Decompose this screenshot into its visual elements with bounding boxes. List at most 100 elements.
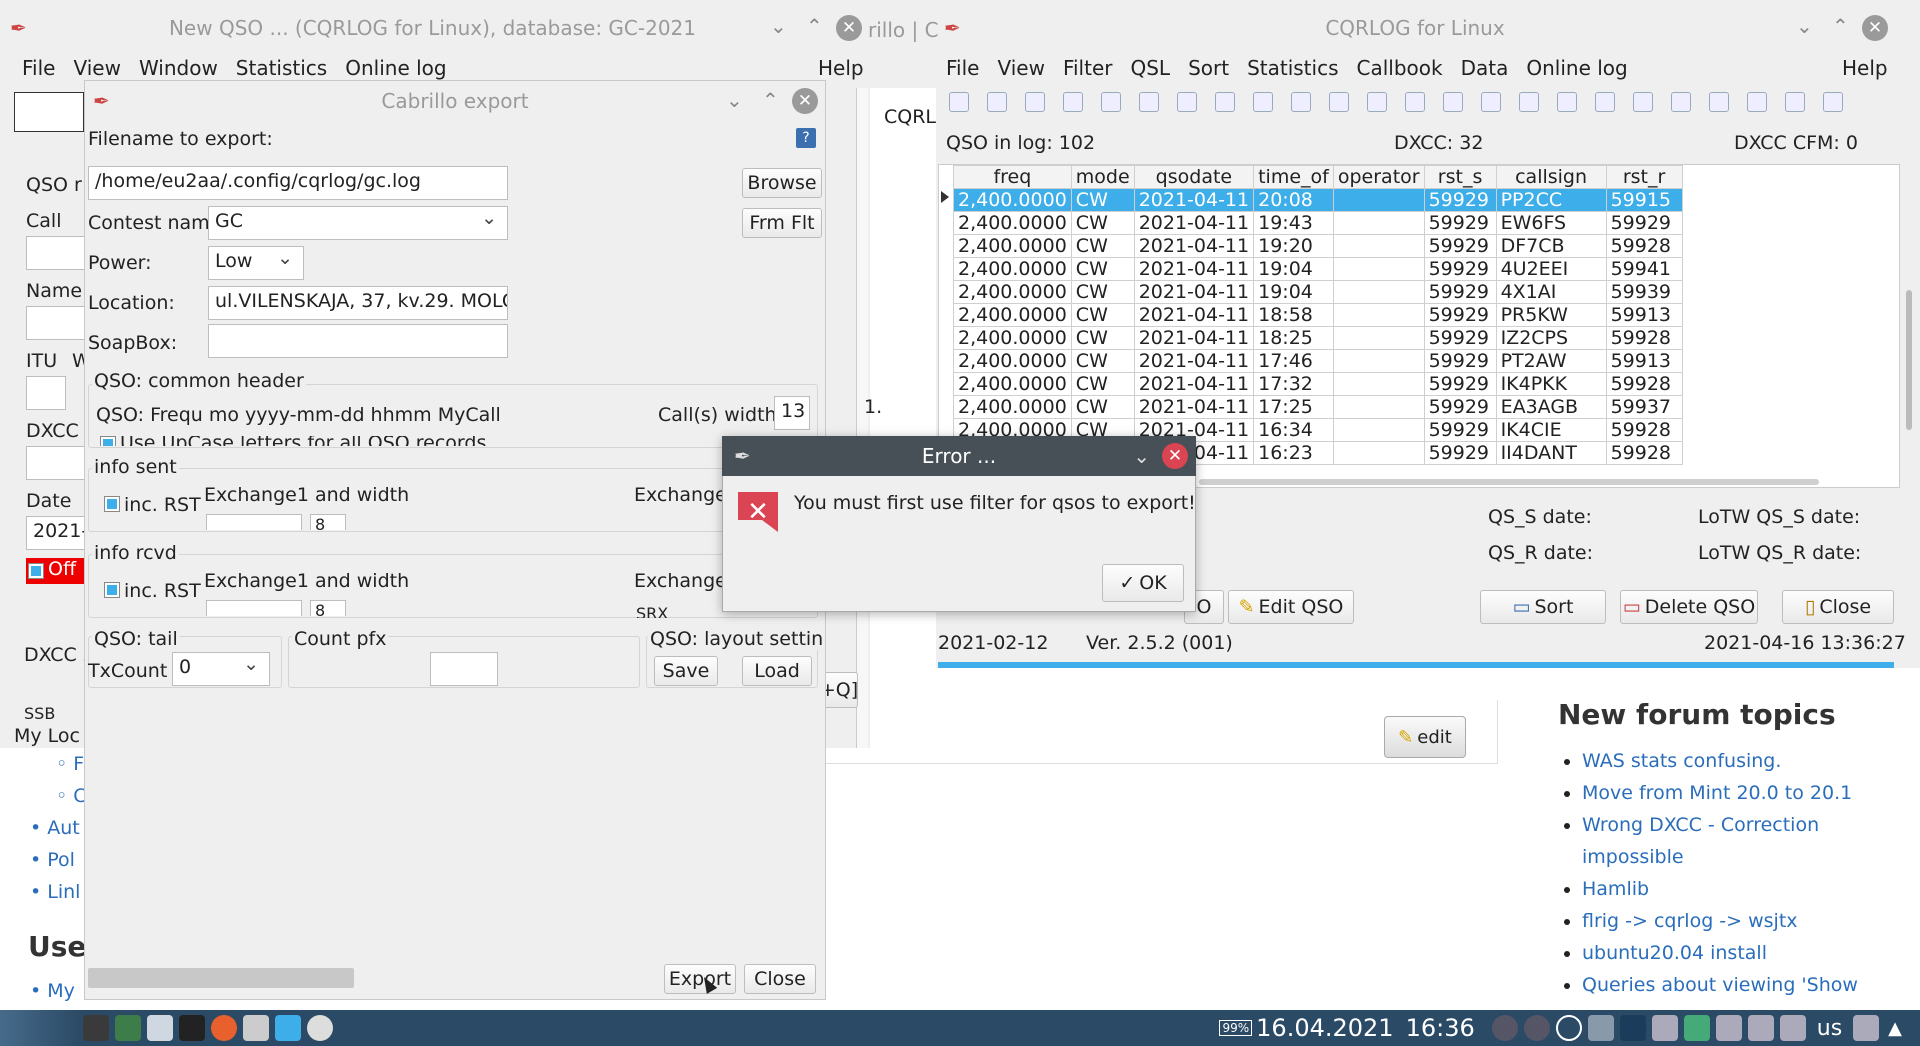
soapbox-input[interactable] [208, 324, 508, 358]
console-icon[interactable] [1619, 1015, 1646, 1041]
call-input[interactable] [26, 236, 86, 270]
table-row[interactable]: 2,400.0000 CW 2021-04-11 19:04 59929 4U2EEI 59… [953, 257, 1683, 281]
close-icon[interactable]: ✕ [1162, 443, 1188, 469]
toolbar-icon[interactable] [1025, 91, 1045, 112]
table-row[interactable]: 2,400.0000 CW 2021-04-11 18:58 59929 PR5KW 599… [953, 303, 1683, 327]
menu-file[interactable]: File [946, 56, 979, 80]
close-icon[interactable]: ✕ [836, 15, 862, 41]
exchange1-sent-select[interactable] [206, 514, 302, 530]
close-icon[interactable]: ✕ [1862, 15, 1888, 41]
toolbar-icon[interactable] [1139, 91, 1159, 112]
menu-file[interactable]: File [22, 56, 55, 80]
table-row[interactable]: 2,400.0000 CW 2021-04-11 19:43 59929 EW6FS 599… [953, 211, 1683, 235]
volume-icon[interactable] [1715, 1015, 1742, 1041]
delete-qso-button[interactable]: ▭ Delete QSO [1620, 590, 1758, 624]
table-row[interactable]: 2,400.0000 CW 2021-04-11 17:46 59929 PT2AW 599… [953, 349, 1683, 373]
dxcc-input[interactable] [26, 446, 86, 480]
column-header[interactable]: operator [1332, 165, 1425, 189]
column-header[interactable]: mode [1070, 165, 1135, 189]
toolbar-icon[interactable] [1519, 91, 1539, 112]
menu-online-log[interactable]: Online log [1526, 56, 1627, 80]
image-viewer-icon[interactable] [115, 1015, 141, 1041]
count-pfx-input[interactable] [430, 652, 498, 686]
start-menu-icon[interactable] [0, 1010, 80, 1046]
toolbar-icon[interactable] [1367, 91, 1387, 112]
forum-topic[interactable]: ubuntu20.04 install [1582, 937, 1888, 969]
column-header[interactable]: freq [953, 165, 1072, 189]
chevron-up-icon[interactable]: ⌃ [1832, 14, 1849, 38]
cqrlog-icon[interactable] [243, 1015, 269, 1041]
edit-qso-button[interactable]: ✎ Edit QSO [1228, 590, 1354, 624]
toolbar-icon[interactable] [1329, 91, 1349, 112]
menu-view[interactable]: View [997, 56, 1044, 80]
menu-qsl[interactable]: QSL [1130, 56, 1170, 80]
menu-sort[interactable]: Sort [1188, 56, 1229, 80]
keyboard-icon[interactable] [1779, 1015, 1806, 1041]
toolbar-icon[interactable] [1253, 91, 1273, 112]
menu-online-log[interactable]: Online log [345, 56, 446, 80]
usb-icon[interactable] [1747, 1015, 1774, 1041]
keyboard-layout[interactable]: us [1817, 1016, 1842, 1041]
menu-help[interactable]: Help [1842, 56, 1888, 80]
battery-icon[interactable]: 99% [1219, 1020, 1253, 1036]
chevron-down-icon[interactable]: ⌄ [1133, 444, 1150, 468]
menu-data[interactable]: Data [1461, 56, 1509, 80]
inc-rst-sent-checkbox[interactable] [104, 496, 120, 512]
table-row[interactable]: 2,400.0000 CW 2021-04-11 17:25 59929 EA3AGB 59… [953, 395, 1683, 419]
menu-help[interactable]: Help [818, 56, 864, 80]
load-button[interactable]: Load [742, 656, 812, 686]
name-input[interactable] [26, 306, 86, 340]
filename-input[interactable]: /home/eu2aa/.config/cqrlog/gc.log [88, 166, 508, 200]
mail-icon[interactable] [1587, 1015, 1614, 1041]
toolbar-icon[interactable] [1747, 91, 1767, 112]
close-icon[interactable]: ✕ [792, 88, 818, 114]
toolbar-icon[interactable] [1785, 91, 1805, 112]
cabrillo-titlebar[interactable]: ✒ Cabrillo export [85, 82, 825, 120]
table-row[interactable]: 2,400.0000 CW 2021-04-11 17:32 59929 IK4PKK 59… [953, 372, 1683, 396]
power-select[interactable]: Low [208, 246, 304, 280]
date-input[interactable]: 2021- [26, 516, 86, 550]
column-header[interactable]: rst_s [1423, 165, 1497, 189]
table-row[interactable]: 2,400.0000 CW 2021-04-11 20:08 59929 PP2CC 599… [953, 188, 1683, 212]
toolbar-icon[interactable] [1481, 91, 1501, 112]
battery-status-icon[interactable] [1683, 1015, 1710, 1041]
table-row[interactable]: 2,400.0000 CW 2021-04-11 18:25 59929 IZ2CPS 59… [953, 326, 1683, 350]
sort-button[interactable]: ▭ Sort [1480, 590, 1606, 624]
menu-filter[interactable]: Filter [1063, 56, 1113, 80]
table-row[interactable]: 2,400.0000 CW 2021-04-11 19:04 59929 4X1AI 599… [953, 280, 1683, 304]
document-icon[interactable] [275, 1015, 301, 1041]
forum-topic[interactable]: Hamlib [1582, 873, 1888, 905]
horizontal-scrollbar[interactable] [1199, 479, 1819, 485]
toolbar-icon[interactable] [1101, 91, 1121, 112]
chevron-up-icon[interactable]: ⌃ [762, 88, 779, 112]
toolbar-icon[interactable] [1215, 91, 1235, 112]
menu-callbook[interactable]: Callbook [1357, 56, 1443, 80]
toolbar-icon[interactable] [1291, 91, 1311, 112]
firefox-icon[interactable] [211, 1015, 237, 1041]
display-icon[interactable] [1853, 1015, 1880, 1041]
column-header[interactable]: time_of [1253, 165, 1334, 189]
toolbar-icon[interactable] [1443, 91, 1463, 112]
chevron-up-icon[interactable]: ⌃ [806, 14, 823, 38]
frm-flt-button[interactable]: Frm Flt [742, 208, 822, 238]
toolbar-icon[interactable] [1557, 91, 1577, 112]
column-header[interactable]: callsign [1495, 165, 1607, 189]
toolbar-icon[interactable] [1063, 91, 1083, 112]
file-manager-icon[interactable] [147, 1015, 173, 1041]
error-titlebar[interactable]: ✒ Error ... ⌄ ✕ [722, 436, 1196, 476]
chevron-up-icon[interactable]: ▲ [1888, 1018, 1902, 1039]
table-row[interactable]: 2,400.0000 CW 2021-04-11 19:20 59929 DF7CB 599… [953, 234, 1683, 258]
contest-select[interactable]: GC [208, 206, 508, 240]
calls-width-input[interactable]: 13 [774, 396, 810, 430]
exchange1-rcvd-select[interactable] [206, 600, 302, 616]
upcase-checkbox[interactable] [100, 436, 116, 446]
exchange1-sent-width[interactable]: 8 [310, 514, 346, 530]
clipboard-icon[interactable] [1651, 1015, 1678, 1041]
exchange1-rcvd-width[interactable]: 8 [310, 600, 346, 616]
kde-connect-icon[interactable] [83, 1015, 109, 1041]
column-header[interactable]: rst_r [1605, 165, 1683, 189]
ok-button[interactable]: ✓ OK [1102, 564, 1184, 602]
toolbar-icon[interactable] [1633, 91, 1653, 112]
chevron-down-icon[interactable]: ⌄ [726, 88, 743, 112]
vertical-scrollbar[interactable] [1906, 290, 1912, 430]
